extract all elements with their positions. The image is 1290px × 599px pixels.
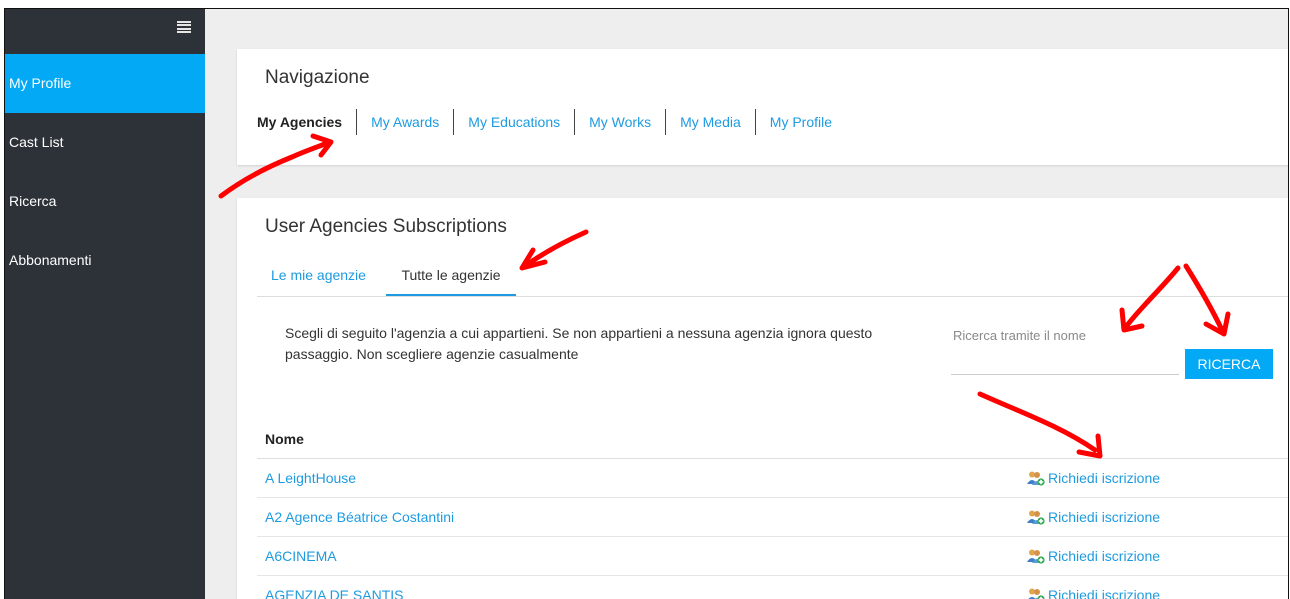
tab-my-agencies[interactable]: My Agencies xyxy=(257,109,356,135)
subscribe-label: Richiedi iscrizione xyxy=(1048,509,1161,525)
agency-name-link[interactable]: A LeightHouse xyxy=(265,459,356,497)
tab-my-media[interactable]: My Media xyxy=(666,109,755,135)
tab-my-awards[interactable]: My Awards xyxy=(357,109,453,135)
table-row: AGENZIA DE SANTIS Richiedi iscrizione xyxy=(257,576,1288,599)
tab-tutte-le-agenzie[interactable]: Tutte le agenzie xyxy=(386,260,516,296)
agency-name-link[interactable]: A2 Agence Béatrice Costantini xyxy=(265,498,454,536)
add-user-icon xyxy=(1027,471,1045,486)
subscribe-label: Richiedi iscrizione xyxy=(1048,470,1161,486)
subscribe-link[interactable]: Richiedi iscrizione xyxy=(1027,498,1160,536)
agencies-table: Nome A LeightHouse Richiedi iscrizione A… xyxy=(257,420,1288,599)
hamburger-icon[interactable] xyxy=(177,21,191,33)
sidebar-item-cast-list[interactable]: Cast List xyxy=(5,113,205,172)
table-row: A2 Agence Béatrice Costantini Richiedi i… xyxy=(257,498,1288,537)
tab-my-works[interactable]: My Works xyxy=(575,109,665,135)
add-user-icon xyxy=(1027,549,1045,564)
subscriptions-tabs: Le mie agenzie Tutte le agenzie xyxy=(257,260,1288,297)
navigation-tabs: My Agencies My Awards My Educations My W… xyxy=(257,107,846,137)
search-input[interactable] xyxy=(951,340,1179,375)
subscribe-label: Richiedi iscrizione xyxy=(1048,587,1161,599)
info-text: Scegli di seguito l'agenzia a cui appart… xyxy=(285,325,873,362)
sidebar-item-my-profile[interactable]: My Profile xyxy=(5,54,205,113)
navigation-card: Navigazione My Agencies My Awards My Edu… xyxy=(237,49,1288,165)
sidebar-nav: My Profile Cast List Ricerca Abbonamenti xyxy=(5,54,205,290)
add-user-icon xyxy=(1028,588,1045,599)
agency-name-link[interactable]: A6CINEMA xyxy=(265,537,337,575)
subscribe-label: Richiedi iscrizione xyxy=(1048,548,1161,564)
tab-my-profile[interactable]: My Profile xyxy=(756,109,846,135)
table-row: A6CINEMA Richiedi iscrizione xyxy=(257,537,1288,576)
sidebar: My Profile Cast List Ricerca Abbonamenti xyxy=(5,9,205,599)
app-window: My Profile Cast List Ricerca Abbonamenti… xyxy=(4,8,1289,599)
navigation-title: Navigazione xyxy=(265,67,370,88)
sidebar-item-abbonamenti[interactable]: Abbonamenti xyxy=(5,231,205,290)
search-button[interactable]: RICERCA xyxy=(1185,349,1273,379)
table-row: A LeightHouse Richiedi iscrizione xyxy=(257,459,1288,498)
subscriptions-title: User Agencies Subscriptions xyxy=(265,216,507,237)
subscribe-link[interactable]: Richiedi iscrizione xyxy=(1027,537,1160,575)
search-label: Ricerca tramite il nome xyxy=(953,328,1086,343)
subscriptions-card: User Agencies Subscriptions Le mie agenz… xyxy=(237,198,1288,599)
tab-my-educations[interactable]: My Educations xyxy=(454,109,574,135)
agency-name-link[interactable]: AGENZIA DE SANTIS xyxy=(265,576,403,599)
tab-le-mie-agenzie[interactable]: Le mie agenzie xyxy=(257,260,383,294)
sidebar-item-ricerca[interactable]: Ricerca xyxy=(5,172,205,231)
subscribe-link[interactable]: Richiedi iscrizione xyxy=(1027,576,1160,599)
table-header-nome: Nome xyxy=(257,420,1288,459)
add-user-icon xyxy=(1027,510,1045,525)
subscribe-link[interactable]: Richiedi iscrizione xyxy=(1027,459,1160,497)
